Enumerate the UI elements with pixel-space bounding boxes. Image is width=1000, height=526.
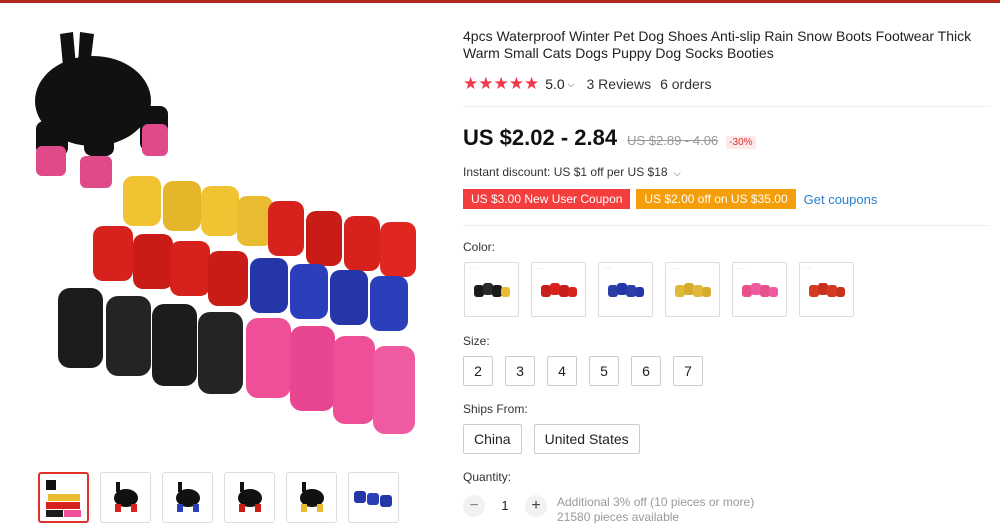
orders-count: 6 orders bbox=[660, 76, 712, 92]
divider bbox=[463, 225, 990, 226]
product-title: 4pcs Waterproof Winter Pet Dog Shoes Ant… bbox=[463, 28, 972, 61]
stock-available: 21580 pieces available bbox=[557, 510, 680, 524]
bulk-discount-note: Additional 3% off (10 pieces or more) bbox=[557, 495, 755, 509]
chevron-down-icon[interactable]: ⌵ bbox=[568, 79, 575, 90]
quantity-label: Quantity: bbox=[463, 470, 512, 484]
color-option-yellow[interactable]: ····· bbox=[665, 262, 720, 317]
price-row: US $2.02 - 2.84 US $2.89 - 4.06 -30% bbox=[463, 125, 756, 151]
original-price: US $2.89 - 4.06 bbox=[627, 133, 719, 148]
ship-option-united-states[interactable]: United States bbox=[533, 424, 640, 454]
color-label: Color: bbox=[463, 240, 496, 254]
reviews-link[interactable]: 3 Reviews bbox=[587, 76, 652, 92]
chevron-down-icon: ⌵ bbox=[673, 168, 681, 178]
product-info: 4pcs Waterproof Winter Pet Dog Shoes Ant… bbox=[463, 28, 993, 94]
discount-badge: -30% bbox=[726, 136, 756, 149]
image-gallery bbox=[0, 0, 440, 526]
get-coupons-link[interactable]: Get coupons bbox=[804, 192, 878, 207]
current-price: US $2.02 - 2.84 bbox=[463, 125, 618, 150]
divider bbox=[463, 106, 990, 107]
size-label: Size: bbox=[463, 334, 490, 348]
store-coupon[interactable]: US $2.00 off on US $35.00 bbox=[636, 189, 796, 209]
ship-option-china[interactable]: China bbox=[463, 424, 522, 454]
coupon-row: US $3.00 New User Coupon US $2.00 off on… bbox=[463, 189, 877, 209]
dog-model-icon bbox=[35, 32, 168, 188]
size-option[interactable]: 3 bbox=[505, 356, 535, 386]
quantity-value[interactable]: 1 bbox=[485, 495, 525, 517]
thumbnail-6[interactable] bbox=[348, 472, 399, 523]
ships-from-options: China United States bbox=[463, 424, 640, 454]
thumbnail-strip bbox=[38, 472, 399, 523]
rating-value[interactable]: 5.0 bbox=[545, 76, 564, 92]
thumbnail-5[interactable] bbox=[286, 472, 337, 523]
size-option[interactable]: 4 bbox=[547, 356, 577, 386]
main-product-image[interactable] bbox=[18, 26, 428, 446]
new-user-coupon[interactable]: US $3.00 New User Coupon bbox=[463, 189, 631, 209]
ships-from-label: Ships From: bbox=[463, 402, 528, 416]
booties-pink-row bbox=[246, 318, 415, 434]
increase-quantity-button[interactable]: + bbox=[525, 495, 547, 517]
thumbnail-4[interactable] bbox=[224, 472, 275, 523]
color-option-black[interactable]: ····· bbox=[464, 262, 519, 317]
color-options: ····· ····· ····· ····· ····· ····· bbox=[464, 262, 854, 317]
thumbnail-3[interactable] bbox=[162, 472, 213, 523]
color-option-blue[interactable]: ····· bbox=[598, 262, 653, 317]
size-option[interactable]: 2 bbox=[463, 356, 493, 386]
decrease-quantity-button[interactable]: − bbox=[463, 495, 485, 517]
rating-row: ★★★★★ 5.0 ⌵ 3 Reviews 6 orders bbox=[463, 74, 993, 94]
instant-discount-text: Instant discount: US $1 off per US $18 bbox=[463, 165, 668, 179]
thumbnail-2[interactable] bbox=[100, 472, 151, 523]
color-option-pink[interactable]: ····· bbox=[732, 262, 787, 317]
size-option[interactable]: 5 bbox=[589, 356, 619, 386]
quantity-stepper: − 1 + Additional 3% off (10 pieces or mo… bbox=[463, 495, 754, 525]
size-options: 2 3 4 5 6 7 bbox=[463, 356, 703, 386]
color-option-red[interactable]: ····· bbox=[531, 262, 586, 317]
color-option-orange-red[interactable]: ····· bbox=[799, 262, 854, 317]
thumbnail-1[interactable] bbox=[38, 472, 89, 523]
instant-discount[interactable]: Instant discount: US $1 off per US $18 ⌵ bbox=[463, 165, 681, 179]
star-rating-icon: ★★★★★ bbox=[463, 74, 540, 93]
size-option[interactable]: 6 bbox=[631, 356, 661, 386]
quantity-notes: Additional 3% off (10 pieces or more) 21… bbox=[557, 495, 754, 525]
size-option[interactable]: 7 bbox=[673, 356, 703, 386]
